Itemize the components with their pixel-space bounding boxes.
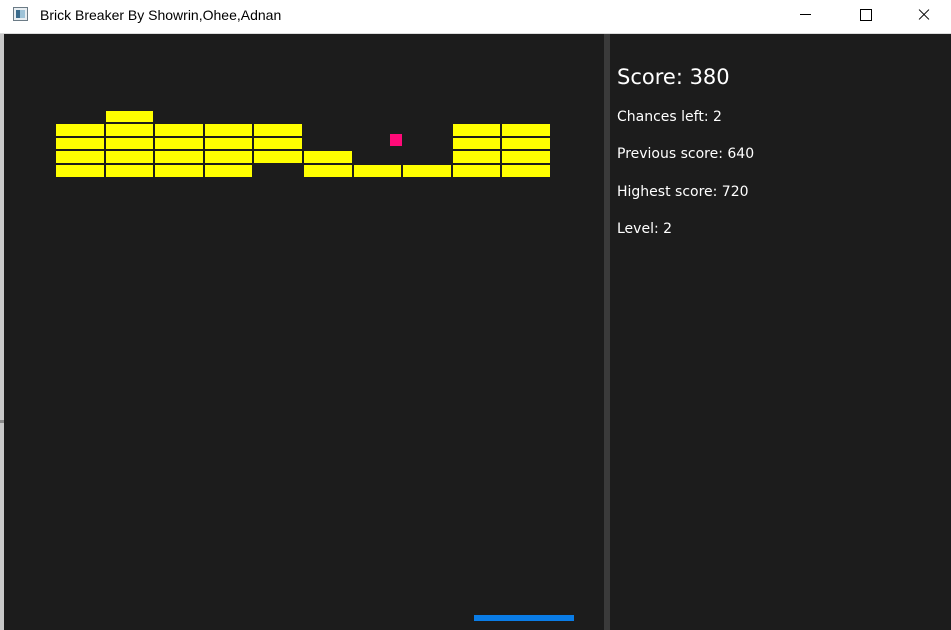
brick <box>203 164 254 178</box>
brick <box>104 136 155 151</box>
ball <box>390 134 402 146</box>
brick <box>104 150 155 164</box>
brick <box>253 150 303 164</box>
brick <box>203 150 254 164</box>
brick <box>203 136 254 151</box>
brick <box>55 136 105 151</box>
level-label: Level: 2 <box>617 221 673 237</box>
brick <box>501 123 551 137</box>
brick <box>501 164 551 178</box>
brick <box>253 136 303 151</box>
brick <box>55 123 105 137</box>
brick <box>203 123 254 137</box>
chances-left-label: Chances left: 2 <box>617 109 722 125</box>
brick <box>154 123 204 137</box>
brick <box>303 150 353 164</box>
app-window-icon <box>13 7 28 21</box>
paddle[interactable] <box>474 615 574 621</box>
brick <box>154 164 204 178</box>
close-icon[interactable] <box>900 0 946 30</box>
brick <box>451 150 502 164</box>
brick <box>501 136 551 151</box>
brick <box>55 150 105 164</box>
brick <box>501 150 551 164</box>
previous-score-label: Previous score: 640 <box>617 146 755 162</box>
brick <box>352 164 403 178</box>
maximize-icon[interactable] <box>843 0 889 30</box>
window-titlebar: Brick Breaker By Showrin,Ohee,Adnan <box>0 0 951 34</box>
brick <box>402 164 452 178</box>
brick <box>104 123 155 137</box>
brick <box>104 109 155 124</box>
brick <box>451 136 502 151</box>
brick <box>253 123 303 137</box>
brick <box>154 136 204 151</box>
score-label: Score: 380 <box>617 65 730 89</box>
brick <box>451 164 502 178</box>
brick <box>55 164 105 178</box>
brick <box>451 123 502 137</box>
brick <box>104 164 155 178</box>
window-title: Brick Breaker By Showrin,Ohee,Adnan <box>40 7 282 23</box>
highest-score-label: Highest score: 720 <box>617 184 749 200</box>
brick <box>154 150 204 164</box>
minimize-icon[interactable] <box>782 0 828 30</box>
brick <box>303 164 353 178</box>
